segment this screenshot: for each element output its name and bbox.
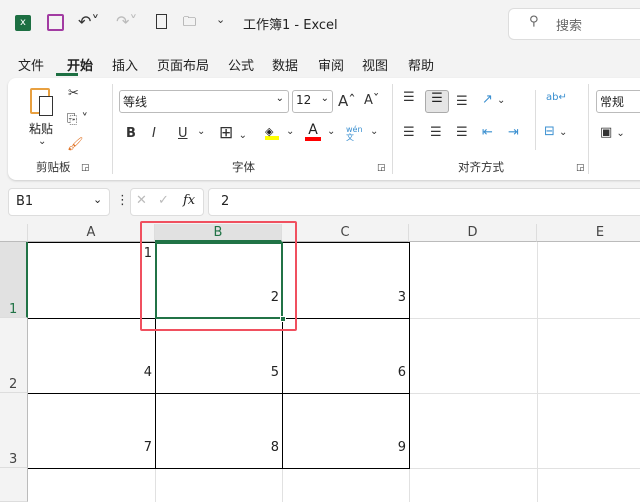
increase-indent-icon[interactable]: ⇥ [508,125,519,140]
redo-icon[interactable]: ↷˅ [116,12,137,31]
name-box[interactable]: B1 ⌄ [8,188,110,216]
search-icon: ⚲ [529,14,539,29]
align-bottom-icon[interactable]: ☰ [456,94,468,109]
paste-button[interactable]: 粘贴 [29,120,53,137]
chevron-down-icon: ⌄ [275,93,284,104]
align-top-icon[interactable]: ☰ [403,90,415,105]
active-tab-underline [56,73,78,76]
select-all-corner[interactable] [0,224,28,242]
clipboard-group-label: 剪贴板 [36,160,71,174]
fill-color-icon[interactable]: ◈ [265,125,279,140]
tab-data[interactable]: 数据 [272,55,298,74]
font-size-value: 12 [296,93,312,107]
window-title: 工作簿1 - Excel [243,18,338,33]
cell-b2[interactable]: 5 [155,365,282,380]
formula-input[interactable]: 2 [208,188,640,216]
font-size-select[interactable]: 12 ⌄ [292,90,333,113]
align-middle-icon[interactable]: ☰ [425,90,449,113]
tab-insert[interactable]: 插入 [112,55,138,74]
chevron-down-icon[interactable]: ⌄ [286,126,294,137]
new-file-icon[interactable] [156,14,167,29]
font-name-value: 等线 [123,95,148,109]
column-header-e[interactable]: E [537,224,640,242]
cell-c1[interactable]: 3 [282,290,409,305]
cell-c2[interactable]: 6 [282,365,409,380]
font-color-button[interactable]: A [305,122,321,141]
tab-formulas[interactable]: 公式 [228,55,254,74]
customize-qat-icon[interactable]: ⌄ [216,13,225,26]
alignment-group-label: 对齐方式 [458,160,504,174]
formula-buttons: ✕ ✓ fx [130,188,204,216]
column-header-c[interactable]: C [282,224,409,242]
wrap-text-icon[interactable]: ab↵ [546,92,567,103]
chevron-down-icon: ⌄ [93,193,103,206]
paste-icon[interactable] [30,88,53,116]
cell-a2[interactable]: 4 [28,365,155,380]
bold-button[interactable]: B [126,126,136,141]
copy-icon[interactable]: ⎘ ˅ [67,112,88,127]
cell-b3[interactable]: 8 [155,440,282,455]
align-right-icon[interactable]: ☰ [456,125,468,140]
insert-function-button[interactable]: fx [183,193,195,208]
font-launcher-icon[interactable]: ◲ [377,163,386,173]
cell-c3[interactable]: 9 [282,440,409,455]
cut-icon[interactable]: ✂ [68,86,79,101]
enter-icon[interactable]: ✓ [158,193,169,208]
chevron-down-icon: ⌄ [320,93,329,104]
font-name-select[interactable]: 等线 ⌄ [119,90,289,113]
undo-icon[interactable]: ↶˅ [78,12,99,31]
more-options-icon[interactable]: ⋮ [116,193,129,208]
column-header-d[interactable]: D [409,224,537,242]
font-group-label: 字体 [232,160,255,174]
decrease-indent-icon[interactable]: ⇤ [482,125,493,140]
phonetic-guide-icon[interactable]: wén 文 [346,126,364,142]
currency-format-icon[interactable]: ▣ ⌄ [600,125,625,140]
search-placeholder: 搜索 [556,19,583,34]
chevron-down-icon[interactable]: ⌄ [370,126,378,137]
format-painter-icon[interactable]: 🖌 [67,137,84,152]
excel-logo-icon: x [15,15,31,31]
number-format-select[interactable]: 常规 [596,90,640,113]
search-box[interactable]: ⚲ 搜索 [508,8,640,40]
tab-help[interactable]: 帮助 [408,55,434,74]
chevron-down-icon[interactable]: ⌄ [197,126,205,137]
row-header-4[interactable] [0,468,28,502]
number-format-value: 常规 [600,95,625,109]
tab-page-layout[interactable]: 页面布局 [157,55,209,74]
chevron-down-icon[interactable]: ⌄ [327,126,335,137]
merge-center-icon[interactable]: ⊟ ⌄ [544,124,567,139]
highlight-annotation-box [140,221,297,331]
formula-value: 2 [221,194,230,209]
row-header-1[interactable]: 1 [0,242,28,318]
orientation-icon[interactable]: ↗ ⌄ [482,92,505,107]
clipboard-launcher-icon[interactable]: ◲ [81,163,90,173]
column-header-a[interactable]: A [28,224,155,242]
borders-icon[interactable]: ⊞ ⌄ [219,123,247,143]
increase-font-icon[interactable]: Aˆ [338,92,356,110]
tab-home[interactable]: 开始 [67,55,93,74]
paste-dropdown-icon[interactable]: ⌄ [38,136,46,147]
open-folder-icon[interactable]: 🗀 [183,13,196,35]
save-icon[interactable] [47,14,64,31]
row-header-2[interactable]: 2 [0,318,28,393]
cancel-icon[interactable]: ✕ [136,193,147,208]
align-left-icon[interactable]: ☰ [403,125,415,140]
tab-review[interactable]: 审阅 [318,55,344,74]
alignment-launcher-icon[interactable]: ◲ [576,163,585,173]
worksheet-grid[interactable]: ABCDE123123456789 [0,224,640,502]
name-box-value: B1 [16,194,34,209]
italic-button[interactable]: I [152,126,156,141]
cell-a3[interactable]: 7 [28,440,155,455]
cell-a1[interactable]: 1 [28,246,155,261]
tab-view[interactable]: 视图 [362,55,388,74]
underline-button[interactable]: U [178,126,188,141]
align-center-icon[interactable]: ☰ [430,125,442,140]
tab-file[interactable]: 文件 [18,55,44,74]
row-header-3[interactable]: 3 [0,393,28,468]
decrease-font-icon[interactable]: Aˇ [364,93,379,108]
